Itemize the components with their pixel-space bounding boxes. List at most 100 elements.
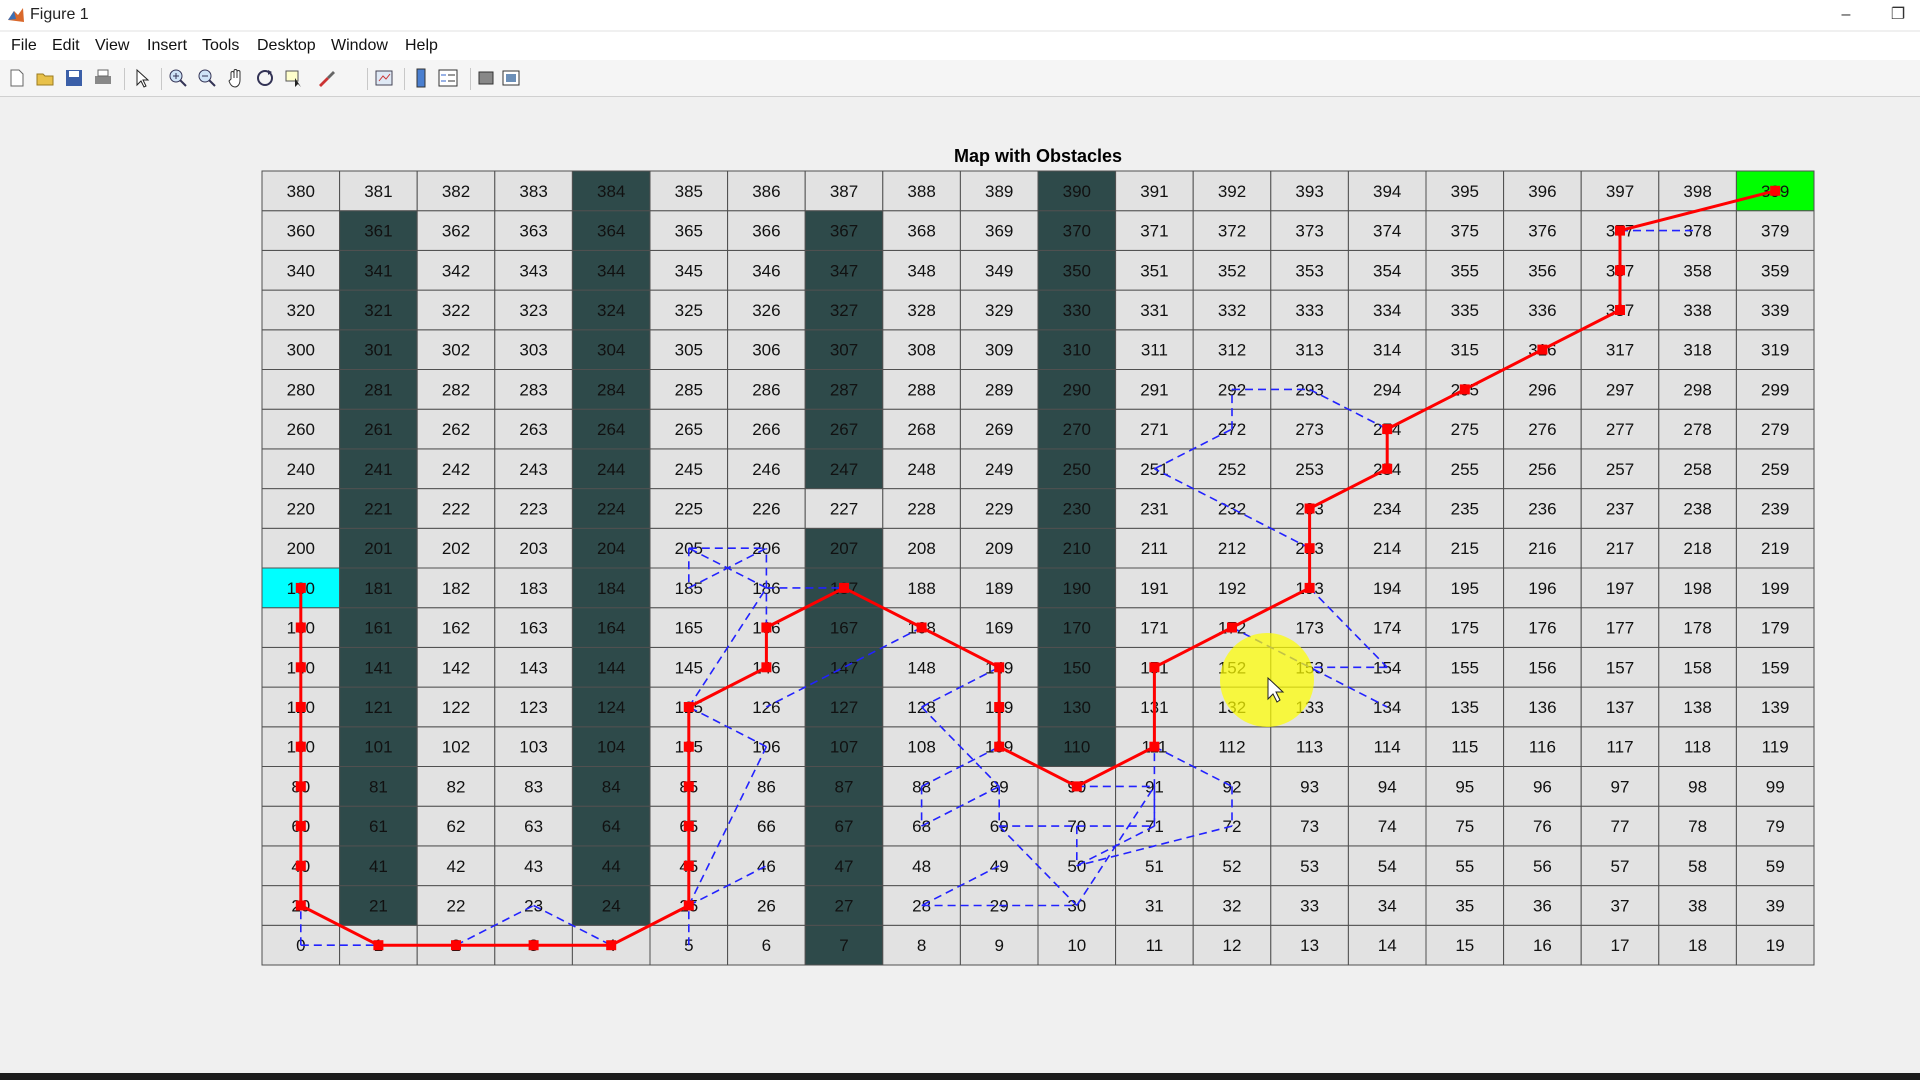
cell-label: 278 [1683, 420, 1711, 439]
cell-label: 158 [1683, 658, 1711, 677]
cell-label: 21 [369, 897, 388, 916]
cell-label: 81 [369, 777, 388, 796]
cell-label: 165 [675, 619, 703, 638]
cell-label: 348 [907, 261, 935, 280]
cell-label: 263 [519, 420, 547, 439]
cell-label: 340 [287, 261, 315, 280]
cell-label: 326 [752, 301, 780, 320]
cell-label: 285 [675, 380, 703, 399]
cell-label: 300 [287, 341, 315, 360]
cell-label: 364 [597, 222, 625, 241]
cell-label: 324 [597, 301, 625, 320]
cell-label: 99 [1766, 777, 1785, 796]
cell-label: 162 [442, 619, 470, 638]
cell-label: 52 [1223, 857, 1242, 876]
cell-label: 379 [1761, 222, 1789, 241]
cell-label: 345 [675, 261, 703, 280]
cell-label: 24 [602, 897, 621, 916]
cell-label: 138 [1683, 698, 1711, 717]
cell-label: 319 [1761, 341, 1789, 360]
cell-label: 393 [1295, 182, 1323, 201]
cell-label: 175 [1451, 619, 1479, 638]
cell-label: 335 [1451, 301, 1479, 320]
cell-label: 47 [835, 857, 854, 876]
cell-label: 194 [1373, 579, 1401, 598]
cell-label: 115 [1451, 738, 1478, 757]
cell-label: 174 [1373, 619, 1401, 638]
cell-label: 361 [364, 222, 392, 241]
cell-label: 43 [524, 857, 543, 876]
cell-label: 388 [907, 182, 935, 201]
cell-label: 321 [364, 301, 392, 320]
cell-label: 11 [1146, 936, 1164, 955]
cell-label: 96 [1533, 777, 1552, 796]
cell-label: 86 [757, 777, 776, 796]
path-node [916, 622, 927, 633]
cell-label: 225 [675, 500, 703, 519]
cell-label: 397 [1606, 182, 1634, 201]
cell-label: 57 [1611, 857, 1630, 876]
cell-label: 7 [839, 936, 848, 955]
cell-label: 301 [364, 341, 392, 360]
cell-label: 211 [1141, 539, 1168, 558]
cell-label: 391 [1140, 182, 1168, 201]
cell-label: 113 [1296, 738, 1323, 757]
cell-label: 156 [1528, 658, 1556, 677]
cell-label: 276 [1528, 420, 1556, 439]
cell-label: 264 [597, 420, 625, 439]
cell-label: 282 [442, 380, 470, 399]
cell-label: 124 [597, 698, 625, 717]
cell-label: 359 [1761, 261, 1789, 280]
cell-label: 358 [1683, 261, 1711, 280]
cell-label: 249 [985, 460, 1013, 479]
cell-label: 368 [907, 222, 935, 241]
cell-label: 360 [287, 222, 315, 241]
cell-label: 268 [907, 420, 935, 439]
cell-label: 178 [1683, 619, 1711, 638]
cell-label: 214 [1373, 539, 1401, 558]
cell-label: 114 [1374, 738, 1401, 757]
cell-label: 195 [1451, 579, 1479, 598]
cell-label: 177 [1606, 619, 1634, 638]
cell-label: 304 [597, 341, 625, 360]
cell-label: 229 [985, 500, 1013, 519]
cell-label: 341 [364, 261, 392, 280]
cell-label: 325 [675, 301, 703, 320]
cell-label: 59 [1766, 857, 1785, 876]
path-node [1615, 225, 1625, 236]
cell-label: 198 [1683, 579, 1711, 598]
cell-label: 46 [757, 857, 776, 876]
cell-label: 119 [1762, 738, 1789, 757]
map-figure: 0123456789101112131415161718192021222324… [261, 170, 1815, 966]
cell-label: 66 [757, 817, 776, 836]
cell-label: 222 [442, 500, 470, 519]
cell-label: 241 [364, 460, 392, 479]
cell-label: 298 [1683, 380, 1711, 399]
cell-label: 353 [1295, 261, 1323, 280]
cell-label: 280 [287, 380, 315, 399]
cell-label: 327 [830, 301, 858, 320]
cell-label: 363 [519, 222, 547, 241]
cell-label: 126 [752, 698, 780, 717]
cell-label: 139 [1761, 698, 1789, 717]
cell-label: 339 [1761, 301, 1789, 320]
cell-label: 238 [1683, 500, 1711, 519]
cell-label: 328 [907, 301, 935, 320]
cell-label: 75 [1455, 817, 1474, 836]
cell-label: 216 [1528, 539, 1556, 558]
cell-label: 150 [1063, 658, 1091, 677]
path-node [683, 821, 694, 832]
cell-label: 356 [1528, 261, 1556, 280]
cell-label: 382 [442, 182, 470, 201]
cell-label: 64 [602, 817, 621, 836]
cell-label: 248 [907, 460, 935, 479]
cell-label: 261 [364, 420, 392, 439]
cell-label: 277 [1606, 420, 1634, 439]
cell-label: 323 [519, 301, 547, 320]
cell-label: 163 [519, 619, 547, 638]
cell-label: 284 [597, 380, 625, 399]
cell-label: 247 [830, 460, 858, 479]
cell-label: 332 [1218, 301, 1246, 320]
cell-label: 287 [830, 380, 858, 399]
cell-label: 212 [1218, 539, 1246, 558]
